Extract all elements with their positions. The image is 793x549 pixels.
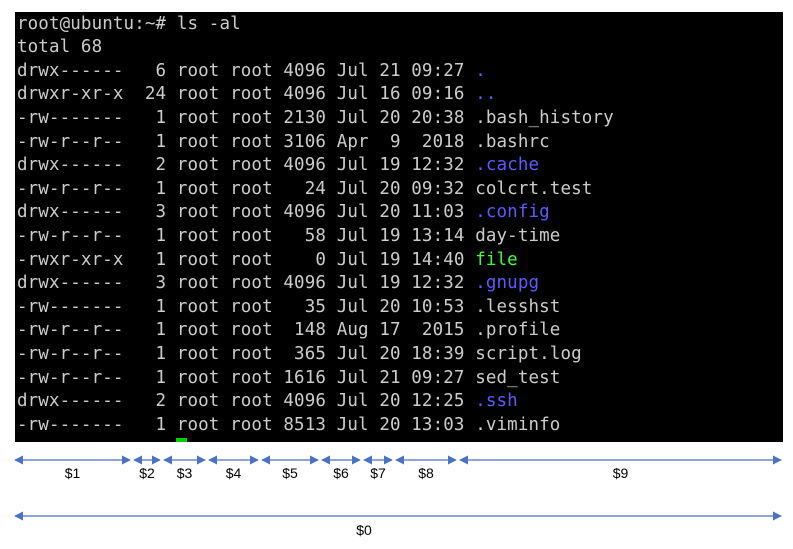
field-label: $1 bbox=[65, 465, 81, 481]
field-label: $8 bbox=[418, 465, 434, 481]
field-label: $7 bbox=[370, 465, 386, 481]
field-label: $4 bbox=[226, 465, 242, 481]
field-label: $9 bbox=[613, 465, 629, 481]
field-annotations: $1 $2 $3 $4 $5 $6 $7 $8 $9 $0 bbox=[14, 455, 782, 538]
field-label: $3 bbox=[177, 465, 193, 481]
field-label: $6 bbox=[333, 465, 349, 481]
whole-line-label: $0 bbox=[356, 522, 372, 538]
field-label: $5 bbox=[282, 465, 298, 481]
field-label: $2 bbox=[139, 465, 155, 481]
